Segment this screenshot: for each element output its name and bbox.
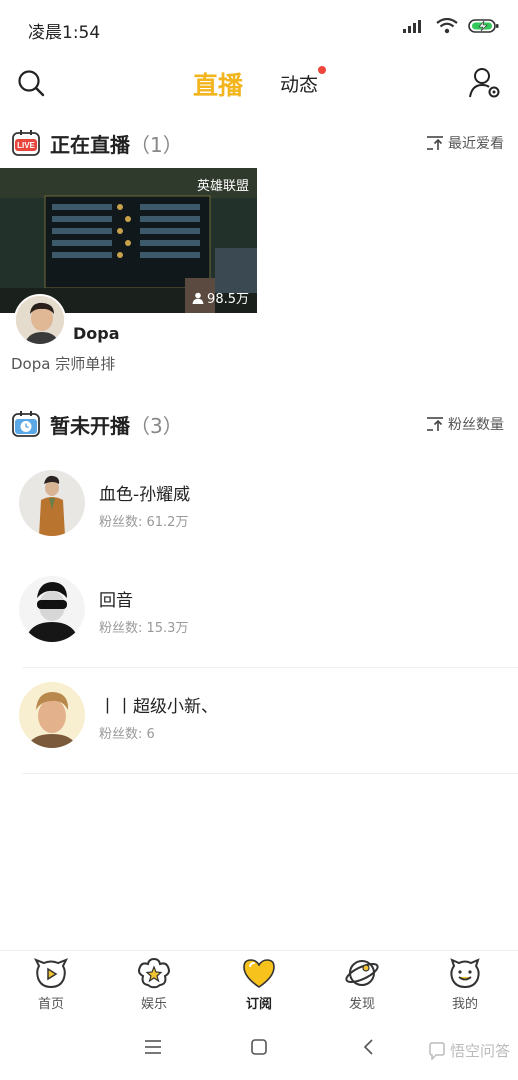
- watermark: 悟空问答: [428, 1040, 510, 1061]
- planet-icon: [345, 960, 379, 986]
- anchor-avatar: [19, 470, 85, 536]
- stream-description[interactable]: Dopa 宗师单排: [11, 353, 115, 374]
- live-game-tag: 英雄联盟: [196, 179, 249, 194]
- tab-live[interactable]: 直播: [193, 66, 243, 102]
- live-sort-button[interactable]: 最近爱看: [426, 133, 504, 153]
- tab-home-label: 首页: [37, 997, 64, 1012]
- live-section-title-text: 正在直播: [50, 133, 130, 157]
- clock-calendar-icon: [12, 411, 40, 437]
- offline-section-title-text: 暂未开播: [50, 414, 130, 438]
- tab-home[interactable]: 首页: [16, 957, 86, 1012]
- anchor-fans: 粉丝数: 6: [99, 727, 155, 742]
- top-header: 直播 动态: [0, 56, 518, 112]
- anchor-fans: 粉丝数: 61.2万: [99, 515, 189, 530]
- live-section-title: 正在直播（1）: [50, 129, 183, 158]
- person-icon: [192, 292, 204, 304]
- tab-entertainment-label: 娱乐: [140, 997, 167, 1012]
- tab-subscribe-label: 订阅: [245, 997, 272, 1012]
- list-item[interactable]: 血色-孙耀威 粉丝数: 61.2万: [0, 456, 518, 562]
- anchor-avatar: [19, 576, 85, 642]
- live-badge-icon: LIVE: [12, 130, 40, 156]
- live-viewer-text: 98.5万: [207, 292, 249, 307]
- anchor-avatar-image: [19, 470, 85, 536]
- anchor-avatar-image: [19, 682, 85, 748]
- live-section-count: （1）: [130, 133, 183, 157]
- status-time: 凌晨1:54: [28, 23, 101, 43]
- status-icons: [402, 18, 500, 34]
- home-icon: [33, 958, 69, 989]
- tab-feed[interactable]: 动态: [280, 70, 318, 97]
- offline-sort-button[interactable]: 粉丝数量: [426, 414, 504, 434]
- face-icon: [450, 958, 480, 989]
- anchor-name: 血色-孙耀威: [99, 485, 191, 505]
- menu-icon[interactable]: [144, 1038, 162, 1056]
- home-square-icon[interactable]: [250, 1038, 268, 1056]
- anchor-name: 回音: [99, 591, 133, 611]
- live-stream-thumbnail[interactable]: 英雄联盟 98.5万: [0, 168, 257, 313]
- tab-discover-label: 发现: [348, 997, 375, 1012]
- entertainment-icon: [138, 957, 170, 989]
- anchor-name: 丨丨超级小新、: [99, 697, 218, 717]
- tab-mine[interactable]: 我的: [430, 957, 500, 1012]
- signal-icon: [403, 20, 421, 33]
- tab-subscribe[interactable]: 订阅: [224, 957, 294, 1012]
- streamer-avatar-image: [16, 296, 64, 344]
- list-divider: [22, 773, 518, 774]
- anchor-avatar-image: [19, 576, 85, 642]
- list-item[interactable]: 丨丨超级小新、 粉丝数: 6: [0, 668, 518, 774]
- bottom-tab-bar: 首页 娱乐 订阅 发现 我的: [0, 950, 518, 1018]
- live-viewer-count: 98.5万: [192, 288, 249, 307]
- watermark-text: 悟空问答: [449, 1042, 510, 1060]
- user-settings-icon[interactable]: [468, 66, 502, 100]
- live-section-header: LIVE 正在直播（1） 最近爱看: [0, 127, 518, 163]
- anchor-fans: 粉丝数: 15.3万: [99, 621, 189, 636]
- streamer-name[interactable]: Dopa: [73, 324, 120, 343]
- list-item[interactable]: 回音 粉丝数: 15.3万: [0, 562, 518, 668]
- svg-text:LIVE: LIVE: [17, 141, 35, 150]
- feed-notification-dot: [318, 66, 326, 74]
- tab-entertainment[interactable]: 娱乐: [119, 957, 189, 1012]
- speech-bubble-icon: [429, 1041, 445, 1060]
- offline-sort-label: 粉丝数量: [448, 417, 504, 433]
- anchor-avatar: [19, 682, 85, 748]
- sort-icon: [427, 417, 443, 431]
- battery-icon: [468, 19, 499, 33]
- back-icon[interactable]: [360, 1038, 378, 1056]
- sort-icon: [427, 136, 443, 150]
- streamer-avatar[interactable]: [14, 294, 66, 346]
- wifi-icon: [436, 18, 458, 34]
- offline-section-title: 暂未开播（3）: [50, 410, 183, 439]
- status-bar: 凌晨1:54: [0, 0, 518, 56]
- live-sort-label: 最近爱看: [448, 136, 504, 152]
- search-icon[interactable]: [16, 68, 46, 98]
- offline-section-header: 暂未开播（3） 粉丝数量: [0, 408, 518, 444]
- tab-mine-label: 我的: [451, 997, 478, 1012]
- heart-icon: [243, 959, 275, 988]
- tab-discover[interactable]: 发现: [327, 957, 397, 1012]
- system-nav-bar: 悟空问答: [0, 1018, 518, 1080]
- offline-section-count: （3）: [130, 414, 183, 438]
